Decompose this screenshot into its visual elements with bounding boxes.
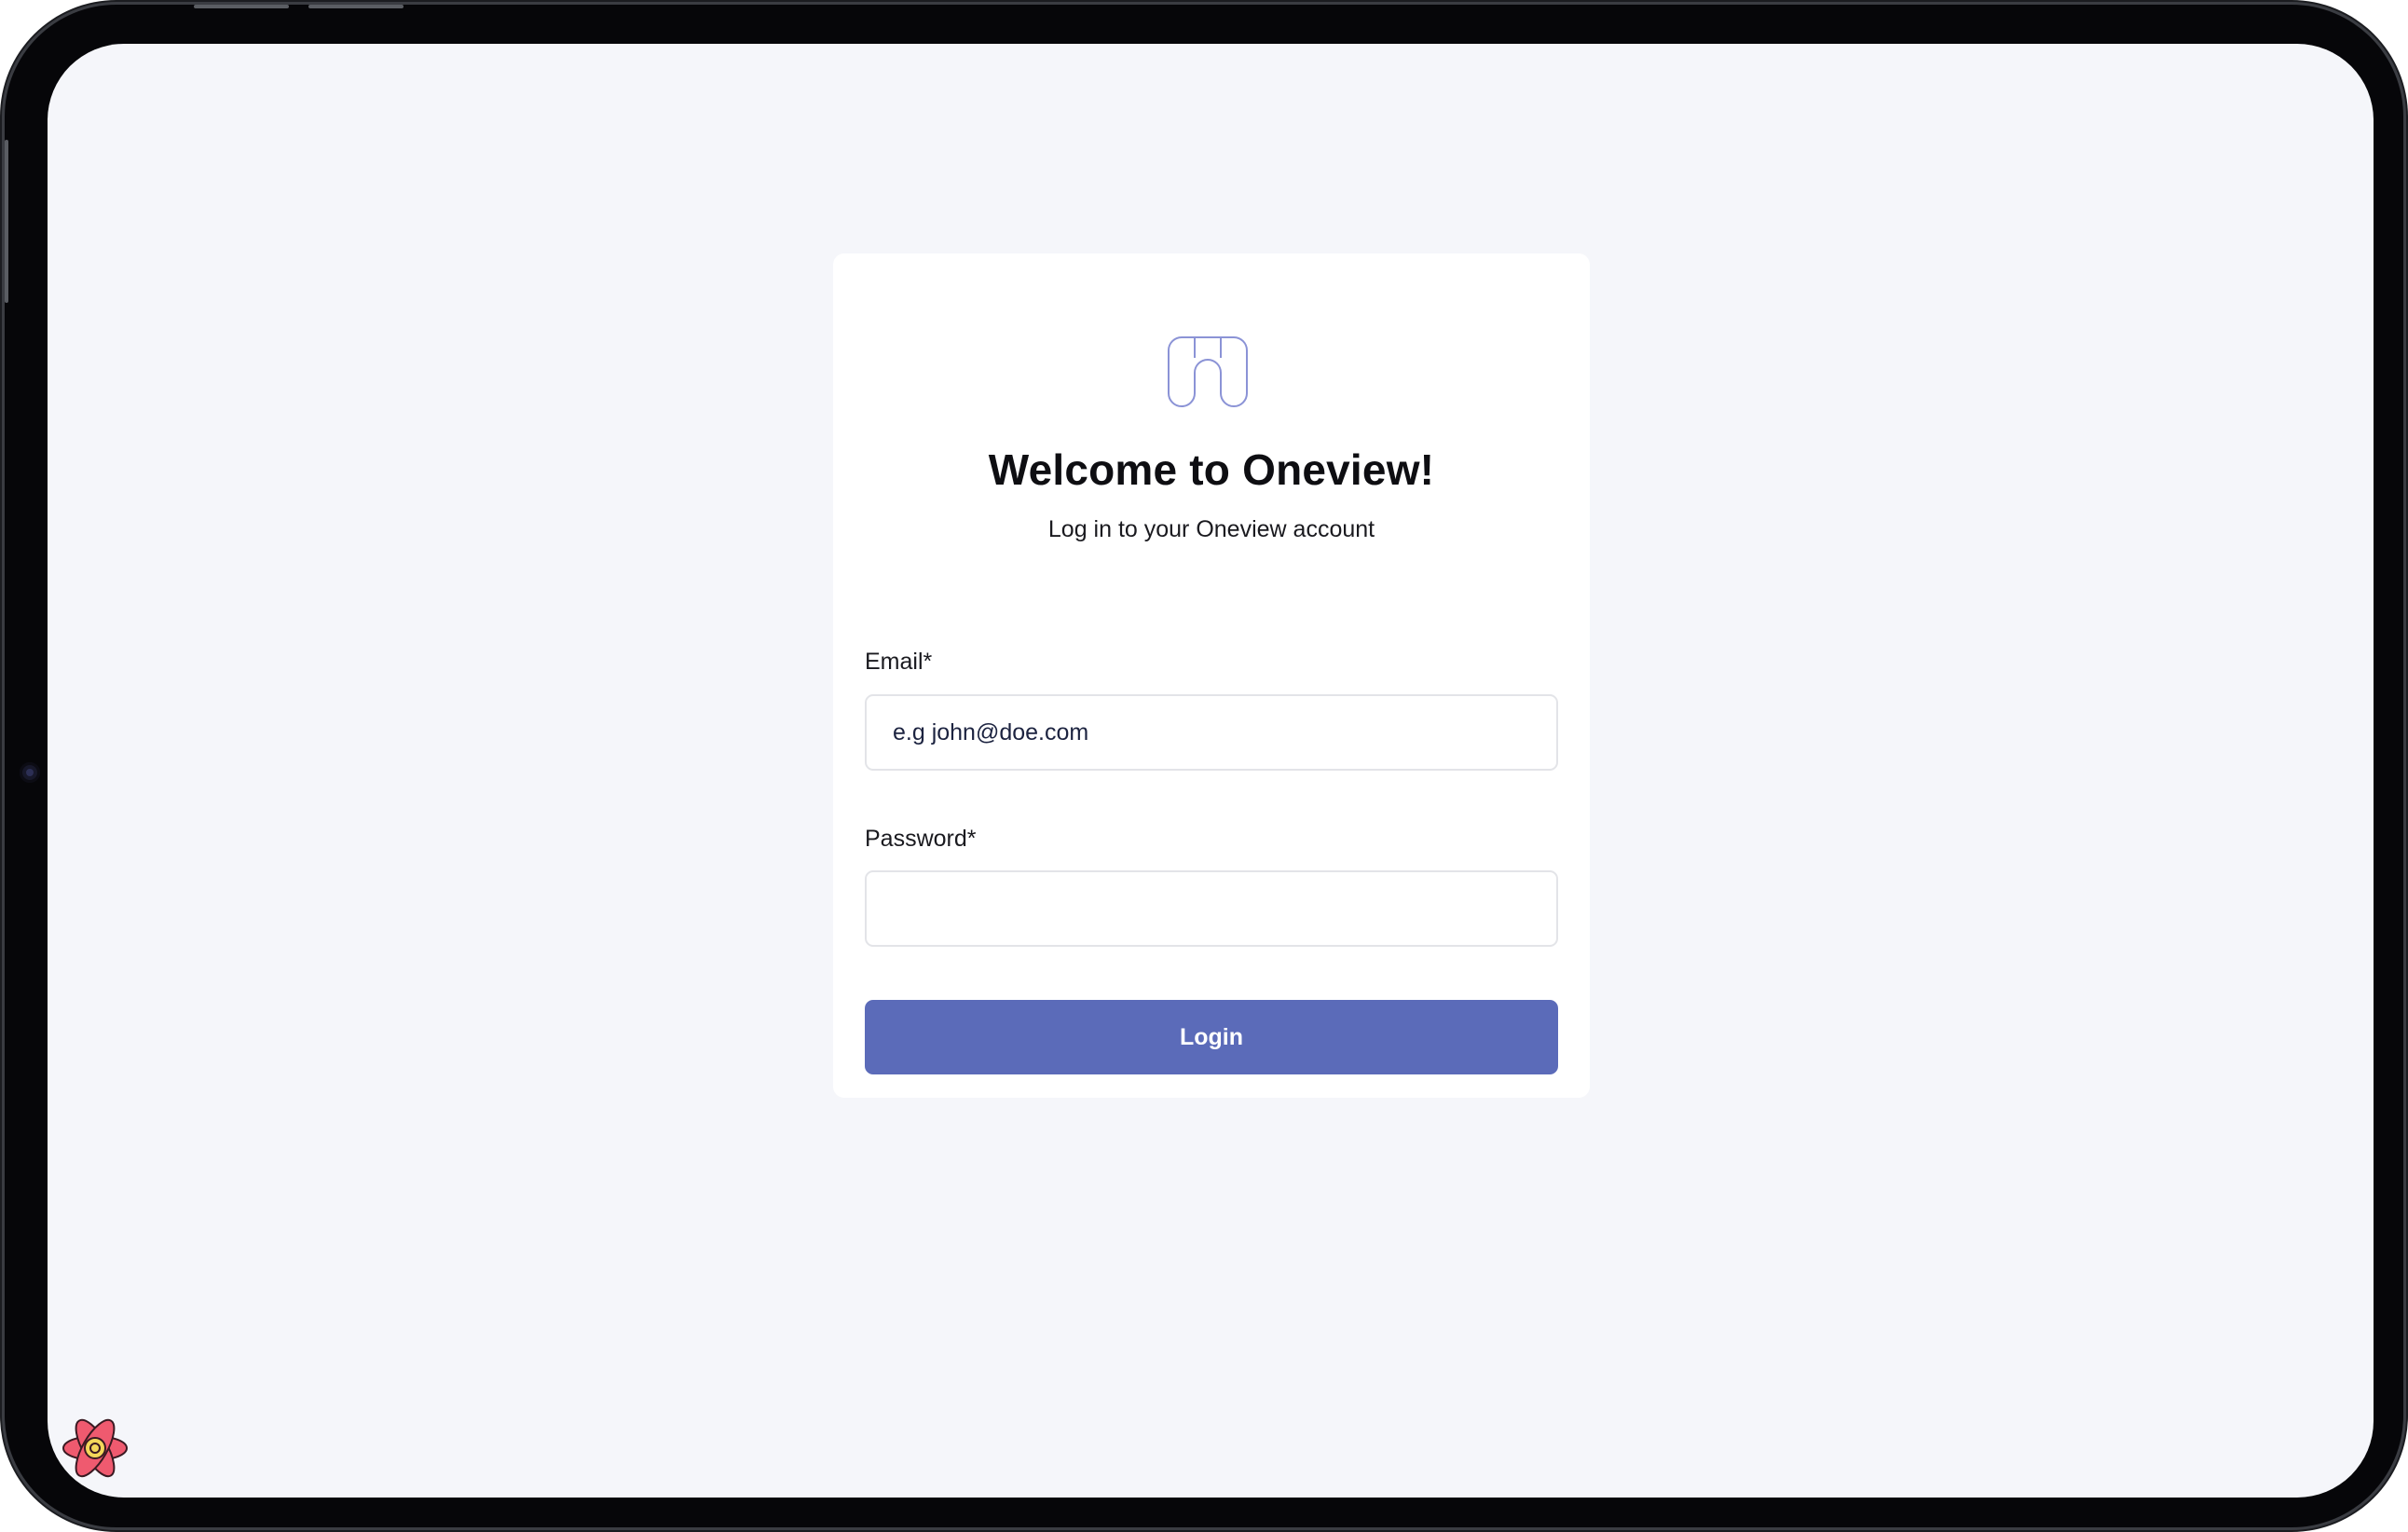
password-label: Password* <box>865 826 977 852</box>
login-card: Welcome to Oneview! Log in to your Onevi… <box>833 253 1590 1098</box>
tablet-frame: Welcome to Oneview! Log in to your Onevi… <box>5 5 2403 1527</box>
app-screen: Welcome to Oneview! Log in to your Onevi… <box>48 44 2374 1498</box>
login-button[interactable]: Login <box>865 1000 1558 1074</box>
volume-button <box>194 5 289 8</box>
power-button <box>5 140 8 303</box>
password-input[interactable] <box>865 870 1558 947</box>
front-camera <box>20 762 40 783</box>
email-input[interactable] <box>865 694 1558 771</box>
volume-button <box>308 5 404 8</box>
page-subtitle: Log in to your Oneview account <box>1047 516 1375 542</box>
page-title: Welcome to Oneview! <box>988 445 1435 494</box>
email-label: Email* <box>865 649 933 675</box>
react-icon[interactable] <box>61 1414 130 1483</box>
oneview-logo-icon <box>1168 336 1248 407</box>
